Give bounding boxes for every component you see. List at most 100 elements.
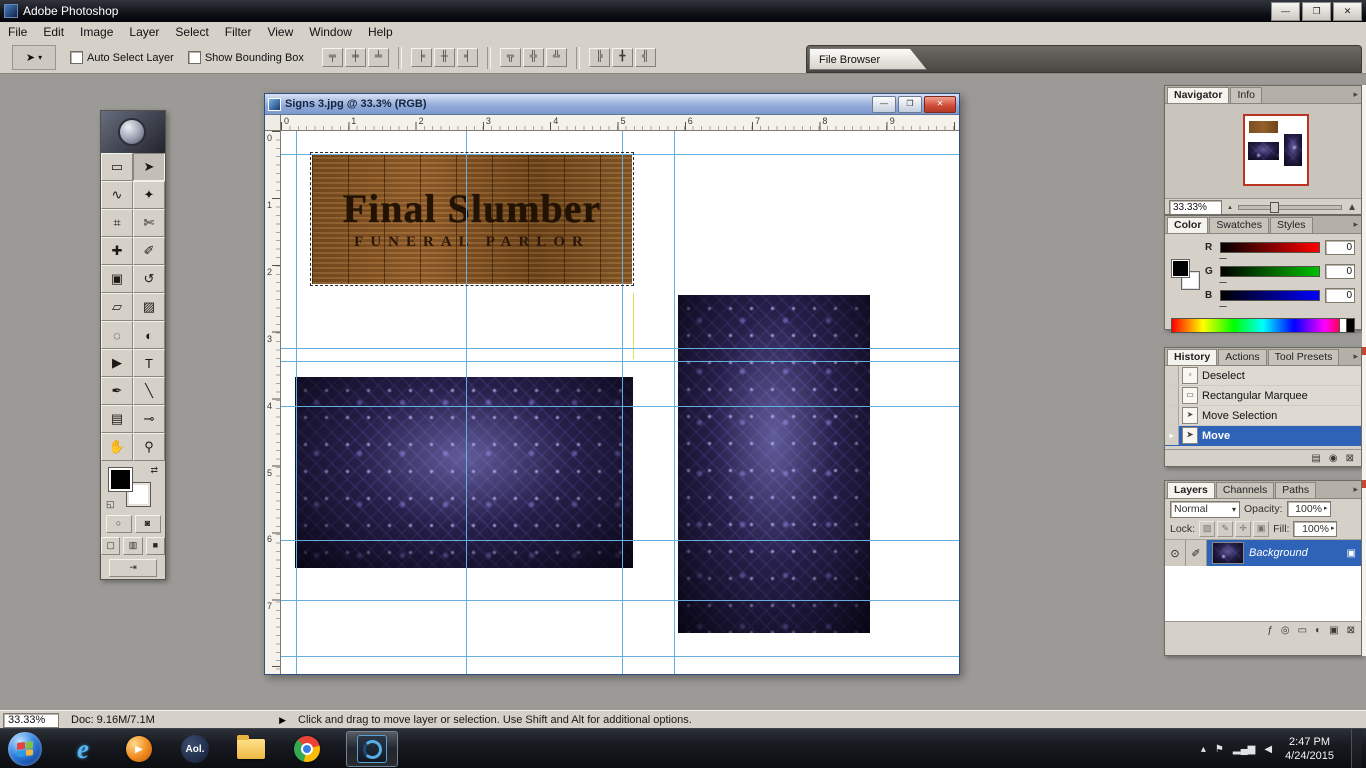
show-desktop-button[interactable]	[1351, 729, 1362, 768]
menu-view[interactable]: View	[259, 22, 301, 42]
status-menu-arrow-icon[interactable]: ▶	[279, 715, 286, 726]
menu-filter[interactable]: Filter	[217, 22, 260, 42]
jump-to-imageready-button[interactable]: ⇥	[109, 559, 157, 577]
layer-visibility-eye-icon[interactable]: ⊙	[1165, 540, 1186, 566]
lasso-tool[interactable]: ∿	[101, 181, 133, 209]
foreground-color-swatch[interactable]	[1171, 259, 1190, 278]
history-state-row[interactable]: ➤ Move Selection	[1165, 406, 1361, 426]
standard-screen-button[interactable]: ▢	[101, 537, 121, 555]
palette-menu-icon[interactable]: ▸	[1353, 351, 1358, 362]
brush-tool[interactable]: ✐	[133, 237, 165, 265]
r-channel-slider[interactable]	[1219, 242, 1320, 258]
distribute-top-edges-button[interactable]: ╦	[499, 48, 521, 67]
slider-arrow-icon[interactable]: ▸	[1331, 522, 1335, 536]
tab-color[interactable]: Color	[1167, 217, 1209, 233]
lock-position-icon[interactable]: ✛	[1235, 521, 1252, 537]
rectangular-marquee-tool[interactable]: ▭	[101, 153, 133, 181]
clone-stamp-tool[interactable]: ▣	[101, 265, 133, 293]
fill-field[interactable]: 100% ▸	[1293, 521, 1338, 537]
navigator-zoom-slider[interactable]	[1237, 202, 1343, 213]
align-top-edges-button[interactable]: ╤	[321, 48, 343, 67]
tab-navigator[interactable]: Navigator	[1167, 87, 1230, 103]
history-brush-tool[interactable]: ↺	[133, 265, 165, 293]
delete-state-icon[interactable]: ⊠	[1342, 451, 1358, 466]
slice-tool[interactable]: ✄	[133, 209, 165, 237]
internet-explorer-button[interactable]: e	[66, 731, 100, 767]
close-button[interactable]: ✕	[1333, 2, 1362, 21]
history-source-cell[interactable]	[1165, 366, 1179, 385]
tab-history[interactable]: History	[1167, 349, 1218, 365]
healing-brush-tool[interactable]: ✚	[101, 237, 133, 265]
new-snapshot-icon[interactable]: ◉	[1325, 451, 1342, 466]
history-state-row[interactable]: ▭ Rectangular Marquee	[1165, 386, 1361, 406]
align-horizontal-centers-button[interactable]: ╫	[433, 48, 455, 67]
g-channel-slider[interactable]	[1219, 266, 1320, 282]
type-tool[interactable]: T	[133, 349, 165, 377]
doc-close-button[interactable]: ✕	[924, 95, 956, 113]
tab-paths[interactable]: Paths	[1275, 482, 1317, 498]
slider-thumb[interactable]	[1219, 253, 1227, 258]
minimize-button[interactable]: —	[1271, 2, 1300, 21]
distribute-vertical-centers-button[interactable]: ╬	[522, 48, 544, 67]
auto-select-layer-checkbox[interactable]: Auto Select Layer	[70, 51, 174, 64]
layer-thumbnail[interactable]	[1212, 542, 1244, 564]
navigator-zoom-field[interactable]: 33.33%	[1169, 200, 1222, 215]
new-layer-icon[interactable]: ▣	[1325, 623, 1342, 638]
spectrum-black-swatch[interactable]	[1346, 319, 1354, 332]
tab-styles[interactable]: Styles	[1269, 217, 1313, 233]
dodge-tool[interactable]: ◐	[133, 321, 165, 349]
aol-button[interactable]: Aol.	[178, 731, 212, 767]
document-sizes[interactable]: Doc: 9.16M/7.1M ▶	[59, 714, 290, 726]
menu-select[interactable]: Select	[167, 22, 216, 42]
menu-window[interactable]: Window	[301, 22, 360, 42]
adjustment-layer-icon[interactable]: ◐	[1311, 623, 1325, 638]
opacity-field[interactable]: 100% ▸	[1286, 501, 1331, 517]
slider-thumb[interactable]	[1219, 301, 1227, 306]
canvas[interactable]: Final Slumber FUNERAL PARLOR	[281, 131, 959, 674]
menu-layer[interactable]: Layer	[121, 22, 167, 42]
menu-file[interactable]: File	[0, 22, 35, 42]
status-zoom-field[interactable]: 33.33%	[3, 712, 59, 728]
layer-set-icon[interactable]: ▭	[1294, 623, 1311, 638]
tab-tool-presets[interactable]: Tool Presets	[1267, 349, 1340, 365]
selection-marquee[interactable]	[310, 152, 634, 286]
navigator-thumbnail[interactable]	[1243, 114, 1309, 186]
delete-layer-icon[interactable]: ⊠	[1343, 623, 1359, 638]
distribute-left-edges-button[interactable]: ╠	[588, 48, 610, 67]
eyedropper-tool[interactable]: ⊸	[133, 405, 165, 433]
menu-image[interactable]: Image	[72, 22, 121, 42]
tab-layers[interactable]: Layers	[1167, 482, 1215, 498]
palette-menu-icon[interactable]: ▸	[1353, 219, 1358, 230]
pen-tool[interactable]: ✒	[101, 377, 133, 405]
network-icon[interactable]: ▂▄▆	[1233, 744, 1255, 755]
gradient-tool[interactable]: ▨	[133, 293, 165, 321]
b-value-field[interactable]: 0	[1325, 288, 1355, 303]
new-document-from-state-icon[interactable]: ▤	[1307, 451, 1324, 466]
eraser-tool[interactable]: ▱	[101, 293, 133, 321]
lock-transparency-icon[interactable]: ▨	[1199, 521, 1216, 537]
swap-colors-icon[interactable]: ⇄	[150, 465, 158, 476]
file-explorer-button[interactable]	[234, 731, 268, 767]
start-button[interactable]	[8, 732, 42, 766]
layer-effects-icon[interactable]: ƒ	[1263, 623, 1277, 638]
background-layer-row[interactable]: ⊙ ✐ Background ▣	[1165, 540, 1361, 566]
r-value-field[interactable]: 0	[1325, 240, 1355, 255]
default-colors-icon[interactable]: ◱	[106, 499, 115, 510]
history-source-cell[interactable]: ▸	[1165, 426, 1179, 445]
magic-wand-tool[interactable]: ✦	[133, 181, 165, 209]
notes-tool[interactable]: ▤	[101, 405, 133, 433]
slider-arrow-icon[interactable]: ▸	[1324, 502, 1328, 516]
zoom-in-icon[interactable]: ▲	[1347, 202, 1357, 213]
line-tool[interactable]: ╲	[133, 377, 165, 405]
taskbar-clock[interactable]: 2:47 PM 4/24/2015	[1285, 735, 1334, 763]
quick-mask-mode-button[interactable]: ◙	[134, 515, 161, 533]
doc-minimize-button[interactable]: —	[872, 95, 896, 113]
crop-tool[interactable]: ⌗	[101, 209, 133, 237]
zoom-tool[interactable]: ⚲	[133, 433, 165, 461]
history-state-row[interactable]: ▸ ➤ Move	[1165, 426, 1361, 446]
fullscreen-menubar-button[interactable]: ▥	[123, 537, 143, 555]
layer-name[interactable]: Background	[1249, 547, 1347, 559]
standard-mode-button[interactable]: ○	[105, 515, 132, 533]
restore-button[interactable]: ❐	[1302, 2, 1331, 21]
lock-all-icon[interactable]: ▣	[1253, 521, 1270, 537]
